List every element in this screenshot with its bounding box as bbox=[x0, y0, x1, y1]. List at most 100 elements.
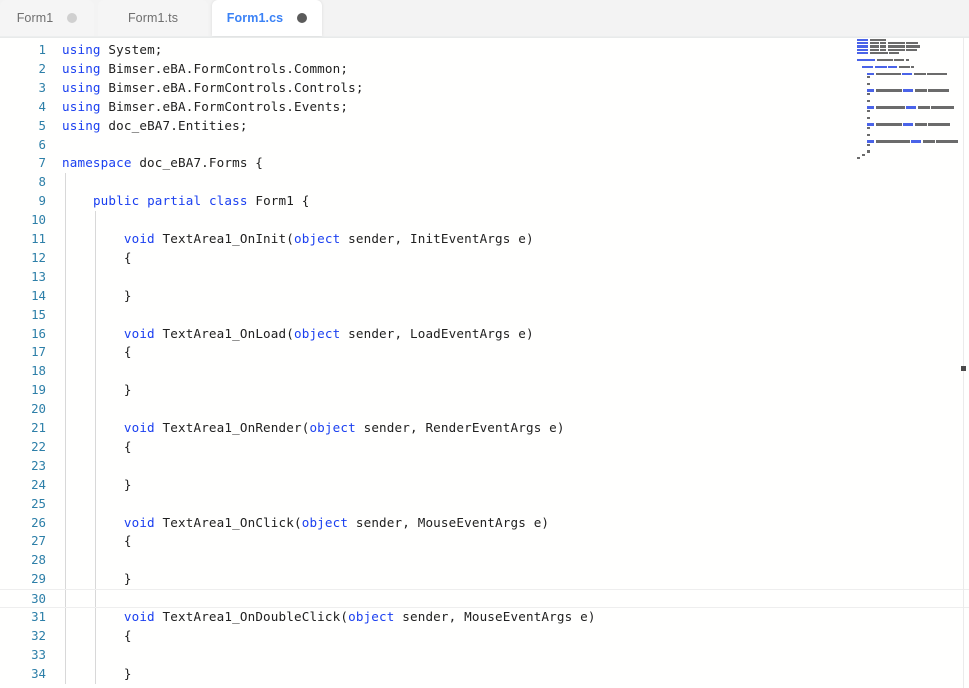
code-line[interactable]: 20 bbox=[0, 400, 969, 419]
code-keyword: class bbox=[208, 193, 248, 209]
editor-tab-form1-cs[interactable]: Form1.cs bbox=[212, 0, 322, 36]
code-keyword: using bbox=[62, 98, 101, 114]
line-number: 33 bbox=[31, 646, 46, 662]
code-line[interactable]: 8 bbox=[0, 173, 969, 192]
code-text: using Bimser.eBA.FormControls.Controls; bbox=[62, 79, 364, 98]
unsaved-dot-icon[interactable] bbox=[297, 13, 308, 23]
code-identifier: } bbox=[62, 571, 132, 587]
editor-tab-form1[interactable]: Form1 bbox=[0, 0, 94, 36]
line-number: 32 bbox=[31, 627, 46, 643]
line-number: 21 bbox=[31, 420, 46, 435]
code-line[interactable]: 4 using Bimser.eBA.FormControls.Events; bbox=[0, 98, 969, 117]
code-identifier: } bbox=[62, 665, 132, 681]
code-keyword: void bbox=[123, 514, 155, 530]
code-text: } bbox=[62, 570, 132, 589]
code-line[interactable]: 11 void TextArea1_OnInit(object sender, … bbox=[0, 230, 969, 249]
code-keyword: using bbox=[62, 79, 101, 95]
code-surface[interactable]: 1 using System; 2 using Bimser.eBA.FormCont… bbox=[0, 38, 969, 688]
line-number: 34 bbox=[31, 665, 46, 681]
code-identifier: TextArea1_OnClick( bbox=[154, 514, 302, 530]
line-number: 3 bbox=[38, 79, 46, 95]
code-identifier: } bbox=[62, 476, 132, 492]
line-number: 24 bbox=[31, 476, 46, 492]
code-identifier: doc_eBA7.Entities; bbox=[100, 117, 248, 133]
code-identifier: sender, RenderEventArgs e) bbox=[355, 420, 565, 435]
code-keyword: void bbox=[123, 609, 155, 624]
code-line[interactable]: 32 { bbox=[0, 627, 969, 646]
code-line[interactable]: 6 bbox=[0, 136, 969, 155]
code-text: { bbox=[62, 343, 132, 362]
code-line[interactable]: 16 void TextArea1_OnLoad(object sender, … bbox=[0, 325, 969, 344]
code-line[interactable]: 13 bbox=[0, 268, 969, 287]
code-line[interactable]: 9 public partial class Form1 { bbox=[0, 192, 969, 211]
code-identifier: sender, LoadEventArgs e) bbox=[340, 325, 534, 341]
code-identifier: sender, MouseEventArgs e) bbox=[348, 514, 550, 530]
code-line[interactable]: 30 bbox=[0, 589, 969, 608]
line-number: 17 bbox=[31, 344, 46, 360]
line-number: 2 bbox=[38, 60, 46, 76]
code-text: namespace doc_eBA7.Forms { bbox=[62, 154, 263, 173]
line-number: 25 bbox=[31, 495, 46, 511]
code-line[interactable]: 31 void TextArea1_OnDoubleClick(object s… bbox=[0, 608, 969, 627]
editor-tab-form1-ts[interactable]: Form1.ts bbox=[98, 0, 208, 36]
code-line[interactable]: 23 bbox=[0, 457, 969, 476]
code-identifier bbox=[62, 326, 124, 341]
code-line[interactable]: 18 bbox=[0, 362, 969, 381]
code-keyword: object bbox=[309, 420, 356, 435]
overview-ruler[interactable] bbox=[961, 38, 966, 688]
line-number: 1 bbox=[38, 42, 46, 57]
code-line[interactable]: 19 } bbox=[0, 381, 969, 400]
code-identifier: Bimser.eBA.FormControls.Common; bbox=[100, 60, 349, 76]
code-identifier bbox=[62, 193, 93, 208]
code-line[interactable]: 1 using System; bbox=[0, 41, 969, 60]
line-number: 9 bbox=[38, 193, 46, 209]
line-number: 19 bbox=[31, 382, 46, 398]
code-editor-window: Form1 Form1.ts Form1.cs 1 using System; 2 usi… bbox=[0, 0, 969, 688]
code-line[interactable]: 10 bbox=[0, 211, 969, 230]
code-line[interactable]: 29 } bbox=[0, 570, 969, 589]
code-identifier: sender, MouseEventArgs e) bbox=[394, 609, 596, 624]
code-line[interactable]: 21 void TextArea1_OnRender(object sender… bbox=[0, 419, 969, 438]
code-line[interactable]: 12 { bbox=[0, 249, 969, 268]
code-text: } bbox=[62, 381, 132, 400]
line-number: 18 bbox=[31, 363, 46, 379]
code-identifier: Bimser.eBA.FormControls.Controls; bbox=[100, 79, 364, 95]
cursor-position-marker bbox=[961, 366, 966, 371]
code-line[interactable]: 14 } bbox=[0, 287, 969, 306]
code-identifier: { bbox=[62, 533, 132, 549]
code-line[interactable]: 33 bbox=[0, 646, 969, 665]
code-text: { bbox=[62, 532, 132, 551]
line-number: 20 bbox=[31, 401, 46, 417]
code-keyword: using bbox=[62, 117, 101, 133]
code-identifier: System; bbox=[100, 42, 163, 57]
code-text: void TextArea1_OnRender(object sender, R… bbox=[62, 419, 565, 438]
code-identifier: } bbox=[62, 287, 132, 303]
code-identifier: { bbox=[62, 438, 132, 454]
code-line[interactable]: 26 void TextArea1_OnClick(object sender,… bbox=[0, 514, 969, 533]
code-identifier: { bbox=[62, 344, 132, 360]
code-line[interactable]: 24 } bbox=[0, 476, 969, 495]
code-line[interactable]: 22 { bbox=[0, 438, 969, 457]
code-line[interactable]: 5 using doc_eBA7.Entities; bbox=[0, 117, 969, 136]
line-number: 30 bbox=[31, 591, 46, 607]
code-line[interactable]: 28 bbox=[0, 551, 969, 570]
code-line[interactable]: 34 } bbox=[0, 665, 969, 684]
editor-tab-label: Form1 bbox=[16, 11, 54, 25]
code-text: { bbox=[62, 249, 132, 268]
code-keyword: void bbox=[123, 231, 155, 246]
code-line[interactable]: 15 bbox=[0, 306, 969, 325]
code-line[interactable]: 3 using Bimser.eBA.FormControls.Controls; bbox=[0, 79, 969, 98]
code-identifier: TextArea1_OnRender( bbox=[154, 420, 310, 435]
code-identifier: } bbox=[62, 382, 132, 398]
code-text: void TextArea1_OnDoubleClick(object send… bbox=[62, 608, 596, 627]
code-line[interactable]: 27 { bbox=[0, 532, 969, 551]
code-line[interactable]: 25 bbox=[0, 495, 969, 514]
line-number: 7 bbox=[38, 155, 46, 171]
code-line[interactable]: 17 { bbox=[0, 343, 969, 362]
code-identifier: Bimser.eBA.FormControls.Events; bbox=[100, 98, 349, 114]
code-line[interactable]: 7 namespace doc_eBA7.Forms { bbox=[0, 154, 969, 173]
line-number: 16 bbox=[31, 325, 46, 341]
unsaved-dot-icon[interactable] bbox=[67, 13, 78, 23]
code-line[interactable]: 2 using Bimser.eBA.FormControls.Common; bbox=[0, 60, 969, 79]
code-identifier bbox=[139, 193, 147, 208]
